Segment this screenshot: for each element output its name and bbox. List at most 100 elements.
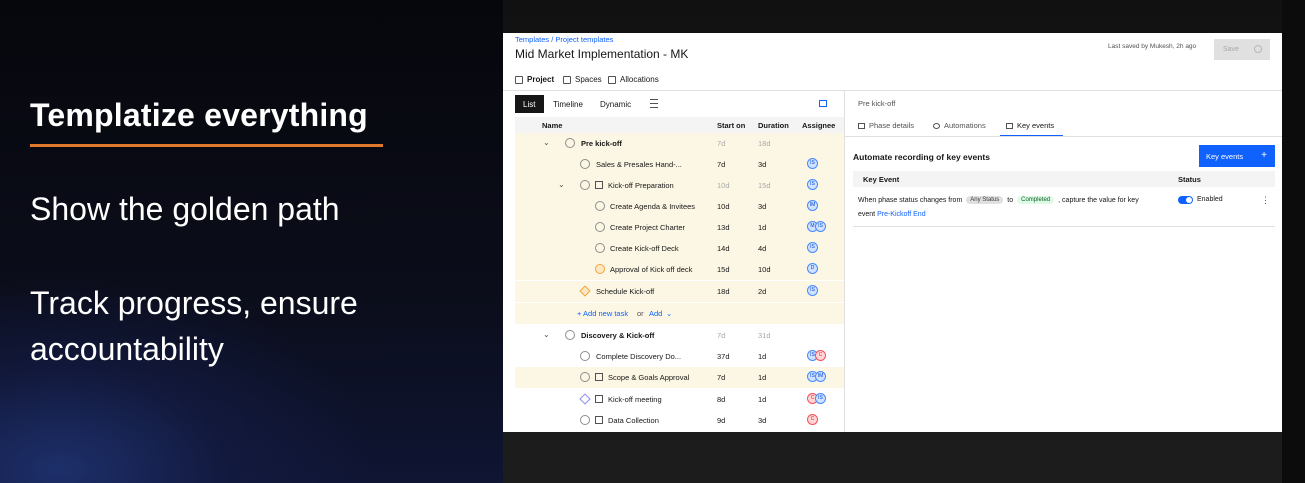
- row-name: Kick-off Preparation: [608, 181, 674, 190]
- table-row[interactable]: Create Kick-off Deck 14d 4d IS: [515, 238, 844, 259]
- table-header: Name Start on Duration Assignee: [515, 117, 844, 133]
- status-circle-icon[interactable]: [565, 138, 575, 148]
- avatar[interactable]: C: [815, 350, 826, 361]
- add-key-event-button[interactable]: Key events +: [1199, 145, 1275, 167]
- view-dynamic-button[interactable]: Dynamic: [600, 100, 631, 109]
- status-circle-icon[interactable]: [580, 159, 590, 169]
- status-circle-icon[interactable]: [580, 415, 590, 425]
- table-row[interactable]: Sales & Presales Hand-... 7d 3d IS: [515, 154, 844, 175]
- row-start: 15d: [717, 265, 730, 274]
- column-header-assignee[interactable]: Assignee: [802, 121, 835, 130]
- avatar[interactable]: IS: [807, 285, 818, 296]
- row-duration: 31d: [758, 331, 771, 340]
- column-header-duration[interactable]: Duration: [758, 121, 789, 130]
- status-circle-icon[interactable]: [565, 330, 575, 340]
- table-row[interactable]: ⌄ Kick-off Preparation 10d 15d IS: [515, 175, 844, 196]
- row-duration: 4d: [758, 244, 767, 253]
- row-name: Sales & Presales Hand-...: [596, 160, 682, 169]
- key-event-description-line2: event Pre-Kickoff End: [858, 211, 926, 218]
- table-row[interactable]: Kick-off meeting 8d 1d C IS: [515, 389, 844, 410]
- approval-status-icon[interactable]: [595, 264, 605, 274]
- avatar[interactable]: IS: [807, 242, 818, 253]
- table-row[interactable]: Data Collection 9d 3d C: [515, 410, 844, 431]
- chevron-down-icon[interactable]: ⌄: [666, 309, 672, 318]
- view-timeline-button[interactable]: Timeline: [553, 100, 583, 109]
- table-row[interactable]: Approval of Kick off deck 15d 10d D: [515, 259, 844, 280]
- tab-allocations[interactable]: Allocations: [608, 75, 659, 84]
- row-start: 13d: [717, 223, 730, 232]
- status-circle-icon[interactable]: [580, 180, 590, 190]
- row-duration: 3d: [758, 416, 767, 425]
- save-button[interactable]: Save: [1214, 39, 1270, 60]
- avatar[interactable]: IS: [807, 158, 818, 169]
- avatar[interactable]: IM: [807, 200, 818, 211]
- subtask-icon: [595, 181, 603, 189]
- add-dropdown[interactable]: Add: [649, 309, 662, 318]
- column-header-name[interactable]: Name: [542, 121, 562, 130]
- milestone-icon[interactable]: [579, 393, 591, 405]
- phase-details-icon: [858, 122, 865, 129]
- table-row[interactable]: ⌄ Pre kick-off 7d 18d: [515, 133, 844, 154]
- avatar[interactable]: IS: [807, 179, 818, 190]
- tab-automations[interactable]: Automations: [933, 121, 986, 130]
- chevron-down-icon[interactable]: ⌄: [543, 330, 550, 339]
- row-duration: 1d: [758, 223, 767, 232]
- table-row[interactable]: Complete Discovery Do... 37d 1d IS C: [515, 346, 844, 367]
- enabled-toggle[interactable]: [1178, 196, 1193, 204]
- tab-key-events[interactable]: Key events: [1006, 121, 1054, 130]
- status-circle-icon[interactable]: [595, 243, 605, 253]
- tab-label: Project: [527, 75, 555, 84]
- status-circle-icon[interactable]: [580, 351, 590, 361]
- tab-spaces[interactable]: Spaces: [563, 75, 602, 84]
- avatar[interactable]: IS: [815, 393, 826, 404]
- tab-phase-details[interactable]: Phase details: [858, 121, 914, 130]
- column-header-start[interactable]: Start on: [717, 121, 745, 130]
- event-text: When phase status changes from: [858, 196, 963, 204]
- detail-title: Pre kick-off: [858, 99, 896, 108]
- table-row[interactable]: ⌄ Discovery & Kick-off 7d 31d: [515, 325, 844, 346]
- tab-label: Allocations: [620, 75, 659, 84]
- overflow-menu-icon[interactable]: ⋮: [1261, 195, 1270, 206]
- status-circle-icon[interactable]: [595, 222, 605, 232]
- avatar[interactable]: IS: [815, 221, 826, 232]
- to-status-tag[interactable]: Completed: [1017, 196, 1055, 204]
- key-event-link[interactable]: Pre-Kickoff End: [877, 211, 926, 218]
- panel-divider: [844, 91, 845, 432]
- slide-bullet: Track progress, ensure: [30, 285, 358, 321]
- table-row[interactable]: Create Project Charter 13d 1d M IS: [515, 217, 844, 238]
- key-event-row[interactable]: When phase status changes from Any Statu…: [853, 189, 1275, 227]
- from-status-tag[interactable]: Any Status: [966, 196, 1004, 204]
- spinner-icon: [1254, 45, 1262, 53]
- avatar[interactable]: IM: [815, 371, 826, 382]
- row-start: 8d: [717, 395, 726, 404]
- subtask-icon: [595, 416, 603, 424]
- table-row[interactable]: Schedule Kick-off 18d 2d IS: [515, 281, 844, 302]
- status-circle-icon[interactable]: [595, 201, 605, 211]
- avatar[interactable]: C: [807, 414, 818, 425]
- row-duration: 15d: [758, 181, 771, 190]
- row-duration: 18d: [758, 139, 771, 148]
- table-row[interactable]: Scope & Goals Approval 7d 1d IS IM: [515, 367, 844, 388]
- status-circle-icon[interactable]: [580, 372, 590, 382]
- avatar[interactable]: D: [807, 263, 818, 274]
- milestone-icon[interactable]: [579, 285, 591, 297]
- row-name: Create Kick-off Deck: [610, 244, 679, 253]
- chevron-down-icon[interactable]: ⌄: [558, 180, 565, 189]
- app-window: Templates / Project templates Mid Market…: [503, 33, 1282, 432]
- table-row[interactable]: Create Agenda & Invitees 10d 3d IM: [515, 196, 844, 217]
- presentation-slide: Templatize everything Show the golden pa…: [0, 0, 503, 483]
- row-duration: 2d: [758, 287, 767, 296]
- tab-project[interactable]: Project: [515, 75, 554, 84]
- row-name: Create Agenda & Invitees: [610, 202, 696, 211]
- list-options-icon[interactable]: [650, 99, 658, 108]
- chevron-down-icon[interactable]: ⌄: [543, 138, 550, 147]
- panel-toggle-icon[interactable]: [819, 100, 827, 107]
- add-new-task-link[interactable]: + Add new task: [577, 309, 628, 318]
- breadcrumb[interactable]: Templates / Project templates: [515, 35, 613, 44]
- view-list-button[interactable]: List: [515, 95, 544, 113]
- page-title: Mid Market Implementation - MK: [515, 47, 689, 61]
- row-start: 7d: [717, 160, 726, 169]
- screen-edge: [1282, 0, 1305, 483]
- tab-label: Automations: [944, 121, 986, 130]
- or-text: or: [637, 309, 644, 318]
